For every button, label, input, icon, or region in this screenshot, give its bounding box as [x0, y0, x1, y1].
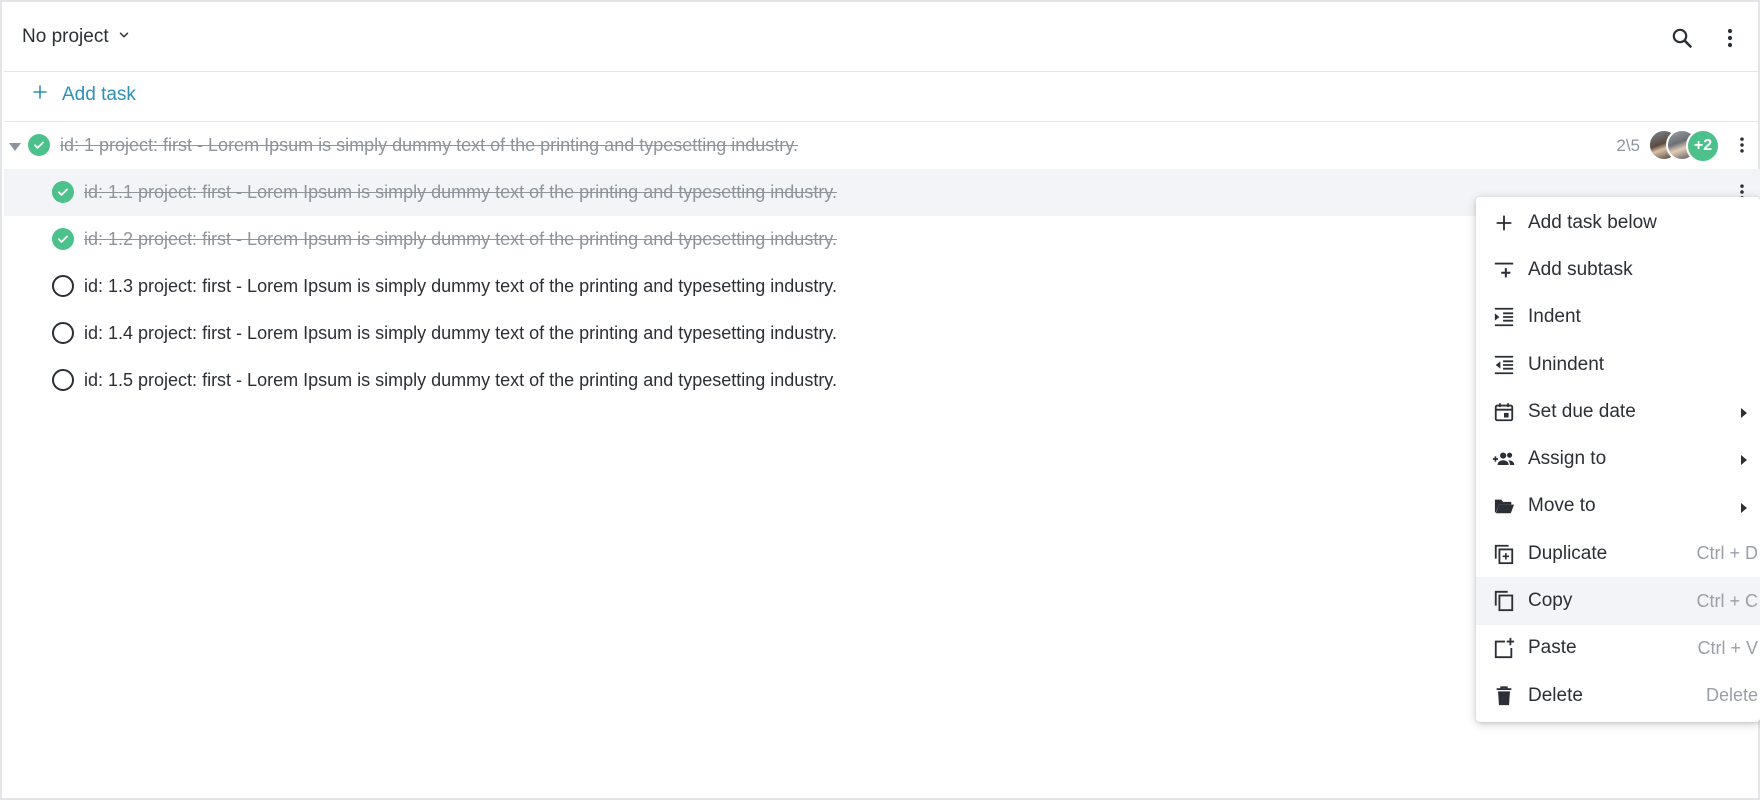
caret-down-icon[interactable]: [8, 139, 22, 157]
task-title: id: 1 project: first - Lorem Ipsum is si…: [60, 135, 798, 155]
menu-shortcut: Ctrl + C: [1696, 590, 1758, 611]
plus-icon: [1492, 211, 1516, 235]
more-vert-icon[interactable]: [1716, 24, 1744, 52]
add-subtask-icon: [1492, 258, 1516, 282]
menu-shortcut: Ctrl + V: [1697, 637, 1758, 658]
indent-icon: [1492, 305, 1516, 329]
menu-item-label: Move to: [1528, 495, 1596, 517]
menu-item-label: Unindent: [1528, 353, 1605, 375]
task-context-menu: Add task below Add subtask Indent Uninde…: [1476, 197, 1760, 722]
task-title: id: 1.4 project: first - Lorem Ipsum is …: [84, 323, 837, 343]
task-title: id: 1.3 project: first - Lorem Ipsum is …: [84, 276, 837, 296]
menu-item-move-to[interactable]: Move to: [1476, 483, 1760, 530]
submenu-arrow-icon: [1740, 453, 1748, 471]
project-selector-label: No project: [22, 26, 109, 47]
menu-item-paste[interactable]: Paste Ctrl + V: [1476, 625, 1760, 672]
menu-item-add-task-below[interactable]: Add task below: [1476, 199, 1760, 246]
assign-people-icon: [1492, 447, 1516, 471]
menu-item-duplicate[interactable]: Duplicate Ctrl + D: [1476, 530, 1760, 577]
submenu-arrow-icon: [1740, 406, 1748, 424]
assignee-avatars[interactable]: +2: [1648, 129, 1720, 163]
menu-item-indent[interactable]: Indent: [1476, 294, 1760, 341]
task-title: id: 1.1 project: first - Lorem Ipsum is …: [84, 182, 837, 202]
folder-icon: [1492, 494, 1516, 518]
top-bar: No project: [4, 4, 1760, 72]
menu-shortcut: Delete: [1705, 685, 1758, 706]
incomplete-circle-icon[interactable]: [52, 369, 74, 391]
unindent-icon: [1492, 353, 1516, 377]
more-vert-icon[interactable]: [1730, 133, 1754, 157]
menu-item-set-due-date[interactable]: Set due date: [1476, 388, 1760, 435]
task-row[interactable]: id: 1 project: first - Lorem Ipsum is si…: [4, 122, 1760, 169]
menu-item-assign-to[interactable]: Assign to: [1476, 435, 1760, 482]
menu-item-add-subtask[interactable]: Add subtask: [1476, 246, 1760, 293]
task-title: id: 1.5 project: first - Lorem Ipsum is …: [84, 370, 837, 390]
submenu-arrow-icon: [1740, 501, 1748, 519]
menu-item-label: Indent: [1528, 306, 1581, 328]
incomplete-circle-icon[interactable]: [52, 275, 74, 297]
project-selector[interactable]: No project: [22, 26, 131, 48]
add-task-button[interactable]: Add task: [32, 84, 136, 106]
app-window: No project Add task id: 1 project: first…: [0, 0, 1760, 800]
duplicate-icon: [1492, 542, 1516, 566]
completed-check-icon[interactable]: [52, 228, 74, 250]
plus-icon: [32, 84, 48, 106]
calendar-icon: [1492, 400, 1516, 424]
incomplete-circle-icon[interactable]: [52, 322, 74, 344]
task-title: id: 1.2 project: first - Lorem Ipsum is …: [84, 229, 837, 249]
paste-icon: [1492, 636, 1516, 660]
add-task-label: Add task: [62, 84, 136, 105]
menu-shortcut: Ctrl + D: [1696, 543, 1758, 564]
completed-check-icon[interactable]: [28, 134, 50, 156]
menu-item-label: Paste: [1528, 637, 1577, 659]
add-task-bar: Add task: [4, 72, 1760, 122]
menu-item-label: Copy: [1528, 590, 1573, 612]
copy-icon: [1492, 589, 1516, 613]
chevron-down-icon: [117, 26, 131, 48]
menu-item-label: Add subtask: [1528, 258, 1633, 280]
menu-item-label: Set due date: [1528, 400, 1636, 422]
more-assignees-badge: +2: [1686, 129, 1720, 163]
menu-item-unindent[interactable]: Unindent: [1476, 341, 1760, 388]
menu-item-label: Add task below: [1528, 211, 1657, 233]
subtask-progress: 2\5: [1616, 136, 1640, 155]
menu-item-label: Delete: [1528, 684, 1583, 706]
menu-item-label: Duplicate: [1528, 542, 1608, 564]
completed-check-icon[interactable]: [52, 181, 74, 203]
trash-icon: [1492, 684, 1516, 708]
search-icon[interactable]: [1668, 24, 1696, 52]
menu-item-delete[interactable]: Delete Delete: [1476, 672, 1760, 719]
menu-item-label: Assign to: [1528, 448, 1607, 470]
menu-item-copy[interactable]: Copy Ctrl + C: [1476, 577, 1760, 625]
